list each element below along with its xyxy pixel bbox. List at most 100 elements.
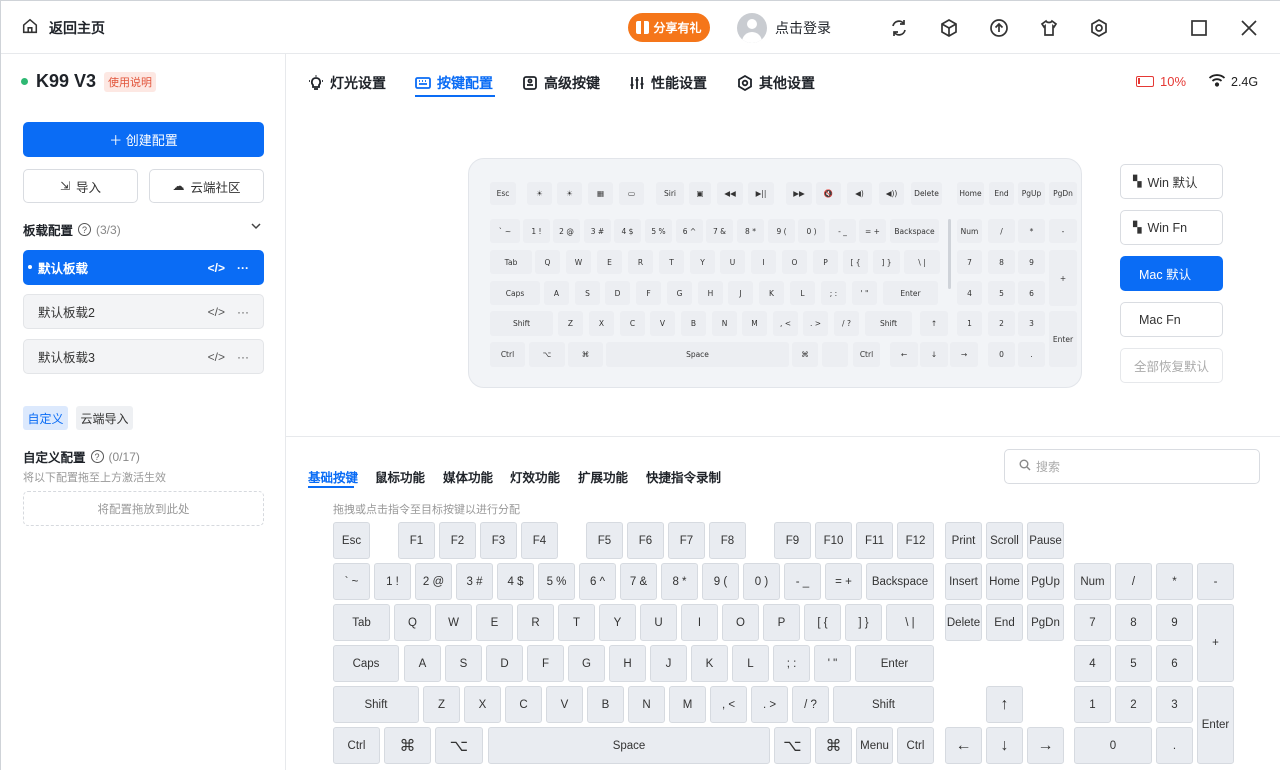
- custom-tab[interactable]: 自定义: [23, 406, 68, 430]
- preview-key-sym[interactable]: .: [1018, 342, 1045, 367]
- key-esc[interactable]: Esc: [333, 522, 370, 559]
- close-button[interactable]: [1237, 16, 1261, 40]
- preview-key-caps[interactable]: Caps: [490, 281, 540, 305]
- key-6[interactable]: 6: [1156, 645, 1193, 682]
- preview-key-h[interactable]: H: [698, 281, 723, 305]
- preview-key-9[interactable]: 9: [1018, 250, 1045, 274]
- key-sym[interactable]: ⌥: [435, 727, 483, 764]
- subtab-mouse[interactable]: 鼠标功能: [375, 467, 425, 486]
- code-icon[interactable]: </>: [208, 305, 225, 319]
- preview-key-3[interactable]: 3: [1018, 311, 1045, 336]
- key-2[interactable]: 2 @: [415, 563, 452, 600]
- key-sym[interactable]: \ |: [886, 604, 934, 641]
- preview-key-sym[interactable]: ▦: [588, 182, 613, 205]
- key-j[interactable]: J: [650, 645, 687, 682]
- preview-key-sym[interactable]: ] }: [873, 250, 900, 274]
- key-sym[interactable]: ` ~: [333, 563, 370, 600]
- preview-key-sym[interactable]: ; :: [821, 281, 846, 305]
- create-config-button[interactable]: ＋ 创建配置: [23, 122, 264, 157]
- preview-key-sym[interactable]: / ?: [834, 311, 859, 336]
- preview-key-home[interactable]: Home: [957, 182, 984, 205]
- key-f11[interactable]: F11: [856, 522, 893, 559]
- key-sym[interactable]: . >: [751, 686, 788, 723]
- home-button[interactable]: 返回主页: [21, 17, 105, 38]
- preview-key-d[interactable]: D: [605, 281, 630, 305]
- preview-key-x[interactable]: X: [589, 311, 614, 336]
- preview-key-enter[interactable]: Enter: [1049, 311, 1077, 367]
- preview-key-sym[interactable]: ▶▶: [786, 182, 812, 205]
- key-7[interactable]: 7: [1074, 604, 1111, 641]
- preview-key-sym[interactable]: ⌥: [529, 342, 565, 367]
- preview-key-a[interactable]: A: [544, 281, 569, 305]
- key-f1[interactable]: F1: [398, 522, 435, 559]
- share-button[interactable]: 分享有礼: [628, 13, 710, 42]
- key-b[interactable]: B: [587, 686, 624, 723]
- mode-mac-default[interactable]: Mac 默认: [1120, 256, 1223, 291]
- preview-key-2[interactable]: 2 @: [553, 219, 580, 243]
- key-l[interactable]: L: [732, 645, 769, 682]
- key-pgup[interactable]: PgUp: [1027, 563, 1064, 600]
- code-icon[interactable]: </>: [208, 261, 225, 275]
- key-sym[interactable]: [ {: [804, 604, 841, 641]
- key-pgdn[interactable]: PgDn: [1027, 604, 1064, 641]
- restore-all-defaults-button[interactable]: 全部恢复默认: [1120, 348, 1223, 383]
- key-i[interactable]: I: [681, 604, 718, 641]
- preview-key-siri[interactable]: Siri: [656, 182, 684, 205]
- subtab-media[interactable]: 媒体功能: [443, 467, 493, 486]
- key-sym[interactable]: →: [1027, 727, 1064, 764]
- preview-key-t[interactable]: T: [659, 250, 684, 274]
- preview-key-blank[interactable]: [822, 342, 848, 367]
- key-h[interactable]: H: [609, 645, 646, 682]
- key-space[interactable]: Space: [488, 727, 770, 764]
- preview-key-sym[interactable]: ▭: [619, 182, 644, 205]
- drop-zone[interactable]: 将配置拖放到此处: [23, 491, 264, 526]
- preview-key-3[interactable]: 3 #: [584, 219, 611, 243]
- key-e[interactable]: E: [476, 604, 513, 641]
- preview-key-sym[interactable]: /: [988, 219, 1015, 243]
- preview-key-sym[interactable]: ☀: [557, 182, 582, 205]
- preview-key-ctrl[interactable]: Ctrl: [490, 342, 525, 367]
- more-icon[interactable]: ···: [237, 350, 249, 364]
- preview-key-sym[interactable]: -: [1049, 219, 1077, 243]
- maximize-button[interactable]: [1187, 16, 1211, 40]
- key-o[interactable]: O: [722, 604, 759, 641]
- preview-key-4[interactable]: 4: [957, 281, 982, 305]
- more-icon[interactable]: ···: [237, 305, 249, 319]
- key-print[interactable]: Print: [945, 522, 982, 559]
- tab-performance[interactable]: 性能设置: [629, 72, 707, 94]
- key-z[interactable]: Z: [423, 686, 460, 723]
- preview-key-b[interactable]: B: [681, 311, 706, 336]
- key-w[interactable]: W: [435, 604, 472, 641]
- preview-key-tab[interactable]: Tab: [490, 250, 532, 274]
- preview-key-1[interactable]: 1: [957, 311, 982, 336]
- preview-key-e[interactable]: E: [597, 250, 622, 274]
- preview-key-5[interactable]: 5 %: [645, 219, 672, 243]
- preview-key-backspace[interactable]: Backspace: [890, 219, 939, 243]
- key-u[interactable]: U: [640, 604, 677, 641]
- import-button[interactable]: ⇲ 导入: [23, 169, 138, 203]
- key-sym[interactable]: *: [1156, 563, 1193, 600]
- preview-key-z[interactable]: Z: [558, 311, 583, 336]
- key-8[interactable]: 8: [1115, 604, 1152, 641]
- key-s[interactable]: S: [445, 645, 482, 682]
- preview-key-sym[interactable]: →: [950, 342, 978, 367]
- help-icon[interactable]: ?: [78, 223, 92, 236]
- preview-key-sym[interactable]: +: [1049, 250, 1077, 306]
- preview-key-sym[interactable]: , <: [773, 311, 798, 336]
- key-n[interactable]: N: [628, 686, 665, 723]
- tab-key-config[interactable]: 按键配置: [415, 72, 493, 94]
- preview-key-9[interactable]: 9 (: [768, 219, 795, 243]
- key-5[interactable]: 5: [1115, 645, 1152, 682]
- preview-key-5[interactable]: 5: [988, 281, 1015, 305]
- preview-key-sym[interactable]: ' ": [852, 281, 877, 305]
- key-tab[interactable]: Tab: [333, 604, 390, 641]
- preview-key-ctrl[interactable]: Ctrl: [853, 342, 880, 367]
- key-p[interactable]: P: [763, 604, 800, 641]
- key-f4[interactable]: F4: [521, 522, 558, 559]
- preview-key-sym[interactable]: *: [1018, 219, 1045, 243]
- key-a[interactable]: A: [404, 645, 441, 682]
- subtab-macro-record[interactable]: 快捷指令录制: [646, 467, 721, 486]
- key-1[interactable]: 1: [1074, 686, 1111, 723]
- key-sym[interactable]: ' ": [814, 645, 851, 682]
- preview-key-7[interactable]: 7: [957, 250, 982, 274]
